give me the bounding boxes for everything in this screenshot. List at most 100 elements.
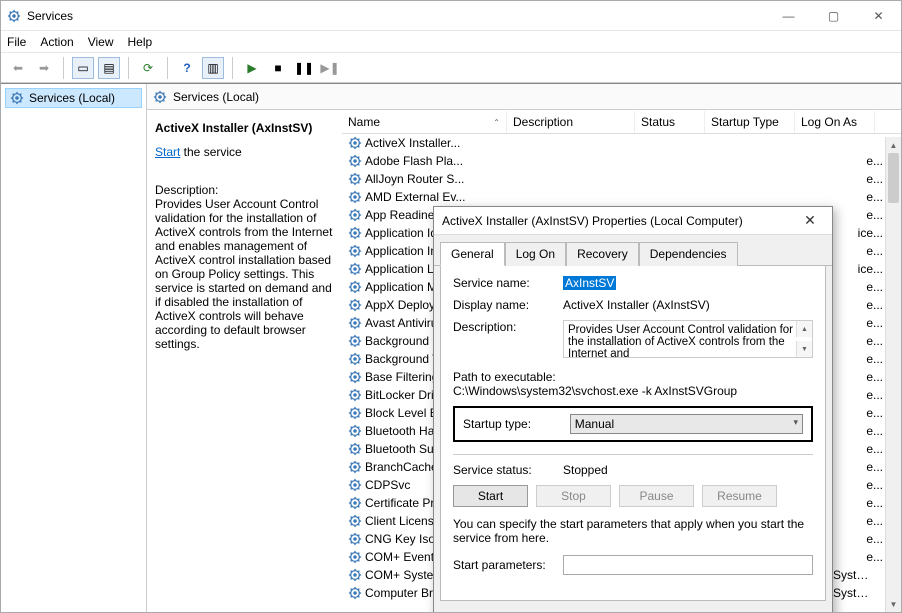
dialog-description-label: Description: <box>453 320 563 334</box>
dialog-titlebar: ActiveX Installer (AxInstSV) Properties … <box>434 207 832 235</box>
tab-general[interactable]: General <box>440 242 505 266</box>
tab-dependencies[interactable]: Dependencies <box>639 242 738 266</box>
gear-icon <box>348 352 362 366</box>
desc-scroll-down-icon[interactable]: ▼ <box>796 341 812 357</box>
gear-icon <box>348 442 362 456</box>
table-row[interactable]: Adobe Flash Pla...e... <box>342 152 901 170</box>
gear-icon <box>348 586 362 600</box>
gear-icon <box>348 316 362 330</box>
scroll-up-icon[interactable]: ▲ <box>886 137 901 153</box>
gear-icon <box>348 244 362 258</box>
restart-service-button[interactable]: ▶❚ <box>319 57 341 79</box>
dialog-body: Service name: AxInstSV Display name: Act… <box>440 266 826 601</box>
gear-icon <box>348 172 362 186</box>
stop-service-button[interactable]: ■ <box>267 57 289 79</box>
service-name: CDPSvc <box>365 478 410 492</box>
tree-item-label: Services (Local) <box>29 91 115 105</box>
export-list-button[interactable]: ⟳ <box>137 57 159 79</box>
service-name: ActiveX Installer... <box>365 136 460 150</box>
col-description[interactable]: Description <box>507 111 635 133</box>
service-status-label: Service status: <box>453 463 563 477</box>
table-row[interactable]: ActiveX Installer... <box>342 134 901 152</box>
tab-logon[interactable]: Log On <box>505 242 566 266</box>
startup-type-select[interactable]: Manual▾ <box>570 414 803 434</box>
gear-icon <box>348 406 362 420</box>
start-service-button[interactable]: ▶ <box>241 57 263 79</box>
stop-button[interactable]: Stop <box>536 485 611 507</box>
col-startup-type[interactable]: Startup Type <box>705 111 795 133</box>
gear-icon <box>348 190 362 204</box>
start-button[interactable]: Start <box>453 485 528 507</box>
menu-action[interactable]: Action <box>40 35 73 49</box>
table-row[interactable]: AMD External Ev...e... <box>342 188 901 206</box>
gear-icon <box>348 298 362 312</box>
menu-file[interactable]: File <box>7 35 26 49</box>
console-tree: Services (Local) <box>1 84 147 612</box>
gear-icon <box>348 568 362 582</box>
services-window: Services — ▢ ✕ File Action View Help ⬅ ➡… <box>0 0 902 613</box>
toolbar: ⬅ ➡ ▭ ▤ ⟳ ? ▥ ▶ ■ ❚❚ ▶❚ <box>1 53 901 83</box>
minimize-button[interactable]: — <box>766 1 811 30</box>
desc-scroll-up-icon[interactable]: ▲ <box>796 321 812 337</box>
tab-recovery[interactable]: Recovery <box>566 242 639 266</box>
menu-view[interactable]: View <box>88 35 114 49</box>
close-button[interactable]: ✕ <box>856 1 901 30</box>
main-header: Services (Local) <box>147 84 901 110</box>
back-button[interactable]: ⬅ <box>7 57 29 79</box>
window-title: Services <box>27 9 73 23</box>
gear-icon <box>348 226 362 240</box>
service-name: BranchCache <box>365 460 438 474</box>
path-label: Path to executable: <box>453 370 813 384</box>
table-row[interactable]: AllJoyn Router S...e... <box>342 170 901 188</box>
dialog-description-box: Provides User Account Control validation… <box>563 320 813 358</box>
gear-icon <box>348 370 362 384</box>
app-icon <box>7 9 21 23</box>
forward-button[interactable]: ➡ <box>33 57 55 79</box>
gear-icon <box>348 154 362 168</box>
help-button[interactable]: ? <box>176 57 198 79</box>
properties-button[interactable]: ▤ <box>98 57 120 79</box>
pause-button[interactable]: Pause <box>619 485 694 507</box>
selected-service-title: ActiveX Installer (AxInstSV) <box>155 121 334 135</box>
gear-icon <box>348 280 362 294</box>
gear-icon <box>348 136 362 150</box>
maximize-button[interactable]: ▢ <box>811 1 856 30</box>
gear-icon <box>348 208 362 222</box>
start-service-link[interactable]: Start <box>155 145 180 159</box>
description-text: Provides User Account Control validation… <box>155 197 334 351</box>
properties-dialog: ActiveX Installer (AxInstSV) Properties … <box>433 206 833 612</box>
service-status-value: Stopped <box>563 463 813 477</box>
gear-icon <box>348 514 362 528</box>
service-name-label: Service name: <box>453 276 563 290</box>
service-name: AMD External Ev... <box>365 190 465 204</box>
window-titlebar: Services — ▢ ✕ <box>1 1 901 31</box>
dialog-title: ActiveX Installer (AxInstSV) Properties … <box>442 214 743 228</box>
col-logon-as[interactable]: Log On As <box>795 111 875 133</box>
detail-view-button[interactable]: ▥ <box>202 57 224 79</box>
start-parameters-label: Start parameters: <box>453 558 563 572</box>
service-name: Avast Antivirus <box>365 316 443 330</box>
gear-icon <box>348 424 362 438</box>
scroll-down-icon[interactable]: ▼ <box>886 596 901 612</box>
description-label: Description: <box>155 183 334 197</box>
resume-button[interactable]: Resume <box>702 485 777 507</box>
service-name-value[interactable]: AxInstSV <box>563 276 616 290</box>
display-name-label: Display name: <box>453 298 563 312</box>
service-name: AllJoyn Router S... <box>365 172 464 186</box>
col-name[interactable]: Name⌃ <box>342 111 507 133</box>
dialog-footer: OK Cancel Apply <box>434 607 832 612</box>
pause-service-button[interactable]: ❚❚ <box>293 57 315 79</box>
show-hide-tree-button[interactable]: ▭ <box>72 57 94 79</box>
vertical-scrollbar[interactable]: ▲ ▼ <box>885 137 901 612</box>
col-status[interactable]: Status <box>635 111 705 133</box>
gear-icon <box>10 91 24 105</box>
scroll-thumb[interactable] <box>888 153 899 203</box>
menu-help[interactable]: Help <box>128 35 153 49</box>
start-parameters-input[interactable] <box>563 555 813 575</box>
display-name-value: ActiveX Installer (AxInstSV) <box>563 298 813 312</box>
dialog-close-button[interactable]: ✕ <box>796 212 824 229</box>
gear-icon <box>348 334 362 348</box>
tree-item-services-local[interactable]: Services (Local) <box>5 88 142 108</box>
startup-type-group: Startup type: Manual▾ <box>453 406 813 442</box>
start-parameters-note: You can specify the start parameters tha… <box>453 517 813 545</box>
